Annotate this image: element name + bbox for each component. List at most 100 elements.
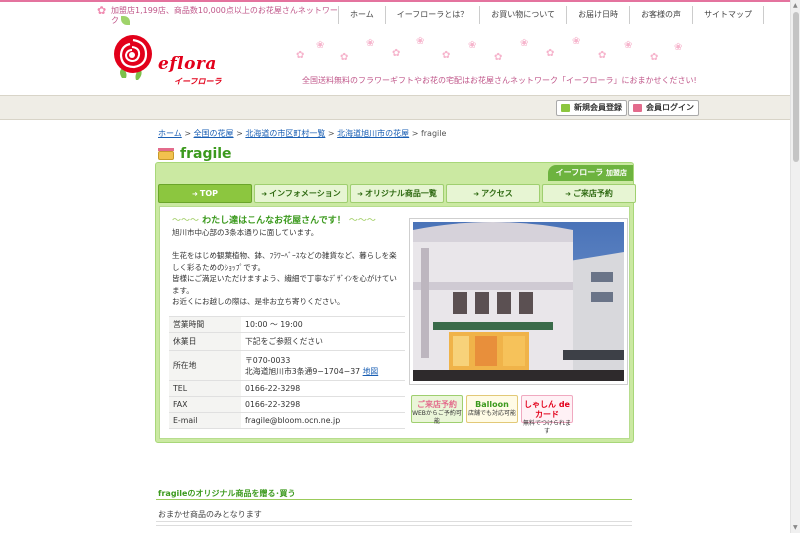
register-button[interactable]: 新規会員登録: [556, 100, 627, 116]
info-label: E-mail: [169, 412, 241, 429]
breadcrumb-asahikawa[interactable]: 北海道旭川市の花屋: [337, 129, 409, 138]
divider: [156, 499, 632, 500]
service-banners: ご来店予約 WEBからご予約可能 Balloon 店舗でも対応可能 しゃしん d…: [411, 395, 573, 435]
shop-bag-icon: [158, 148, 174, 160]
tab-visit-reservation[interactable]: ➜ ご来店予約: [542, 184, 636, 203]
member-bar: 新規会員登録 会員ログイン: [0, 95, 790, 120]
info-value: 0166-22-3298: [241, 380, 405, 397]
banner-sub: 店舗でも対応可能: [467, 410, 516, 417]
tab-original-products[interactable]: ➜ オリジナル商品一覧: [350, 184, 444, 203]
shop-content: ～～～ わたし達はこんなお花屋さんです！ ～～～ 旭川市中心部の3条本通りに面し…: [159, 206, 630, 439]
arrow-icon: ➜: [357, 190, 363, 198]
nav-sitemap[interactable]: サイトマップ: [692, 6, 765, 24]
tagline-text: 加盟店1,199店、商品数10,000点以上のお花屋さんネットワーク: [111, 6, 338, 25]
badge-sub: 加盟店: [606, 169, 627, 177]
tab-label: アクセス: [481, 189, 513, 198]
header-message: 全国送料無料のフラワーギフトやお花の宅配はお花屋さんネットワーク「イーフローラ」…: [302, 76, 697, 85]
divider: [156, 521, 632, 522]
banner-title: ご来店予約: [417, 400, 457, 409]
info-row-tel: TEL 0166-22-3298: [169, 380, 405, 397]
tab-label: オリジナル商品一覧: [364, 189, 437, 198]
original-products-heading: fragileのオリジナル商品を贈る･買う: [158, 489, 296, 498]
shop-info-table: 営業時間 10:00 ～ 19:00 休業日 下記をご参照ください 所在地 〒0…: [169, 316, 405, 429]
intro-heading-text: わたし達はこんなお花屋さんです！: [202, 216, 346, 226]
nav-shopping-guide[interactable]: お買い物について: [479, 6, 566, 24]
balloon-banner[interactable]: Balloon 店舗でも対応可能: [466, 395, 518, 423]
info-value: 下記をご参照ください: [241, 332, 405, 351]
info-value: 〒070-0033 北海道旭川市3条通9−1704−37 地図: [241, 350, 405, 381]
info-row-hours: 営業時間 10:00 ～ 19:00: [169, 316, 405, 333]
tab-label: ご来店予約: [572, 189, 613, 198]
photo-card-banner[interactable]: しゃしん de カード 無料でつけられます: [521, 395, 573, 435]
flower-decoration: ✿ ❀ ✿ ❀ ✿ ❀ ✿ ❀ ✿ ❀ ✿ ❀ ✿ ❀ ✿ ❀: [296, 36, 683, 63]
info-row-closed: 休業日 下記をご参照ください: [169, 332, 405, 351]
info-row-fax: FAX 0166-22-3298: [169, 396, 405, 413]
storefront-image: [413, 222, 624, 381]
zip-code: 〒070-0033: [245, 355, 291, 365]
tab-access[interactable]: ➜ アクセス: [446, 184, 540, 203]
breadcrumb-home[interactable]: ホーム: [158, 129, 182, 138]
shop-photo: [409, 218, 628, 385]
info-label: 休業日: [169, 332, 241, 351]
arrow-icon: ➜: [261, 190, 268, 198]
login-label: 会員ログイン: [646, 103, 694, 112]
breadcrumb: ホーム > 全国の花屋 > 北海道の市区町村一覧 > 北海道旭川市の花屋 > f…: [158, 128, 446, 139]
shop-tabs: ➜ TOP ➜ インフォメーション ➜ オリジナル商品一覧 ➜ アクセス ➜ ご来店予約: [158, 184, 636, 203]
address-text: 北海道旭川市3条通9−1704−37: [245, 366, 361, 376]
scroll-down-icon[interactable]: ▼: [793, 524, 798, 531]
register-icon: [561, 104, 570, 112]
login-icon: [633, 104, 642, 112]
tab-top[interactable]: ➜ TOP: [158, 184, 252, 203]
top-nav: ホーム イーフローラとは？ お買い物について お届け日時 お客様の声 サイトマッ…: [338, 6, 765, 24]
shop-name: fragile: [180, 146, 232, 162]
banner-sub: 無料でつけられます: [522, 420, 571, 435]
scroll-up-icon[interactable]: ▲: [793, 2, 798, 9]
eflora-member-badge: イーフローラ 加盟店: [547, 165, 633, 181]
info-label: FAX: [169, 396, 241, 413]
header-tagline: ✿ 加盟店1,199店、商品数10,000点以上のお花屋さんネットワーク: [97, 4, 342, 26]
breadcrumb-national[interactable]: 全国の花屋: [194, 129, 234, 138]
visit-reservation-banner[interactable]: ご来店予約 WEBからご予約可能: [411, 395, 463, 425]
arrow-icon: ➜: [192, 190, 198, 198]
nav-reviews[interactable]: お客様の声: [629, 6, 692, 24]
original-products-note: おまかせ商品のみとなります: [158, 510, 262, 519]
heading-decoration: ～～～: [348, 216, 376, 226]
divider: [156, 525, 632, 526]
info-label: 所在地: [169, 350, 241, 381]
map-link[interactable]: 地図: [363, 367, 379, 376]
breadcrumb-separator: >: [327, 129, 335, 138]
banner-sub: WEBからご予約可能: [412, 410, 462, 425]
info-row-email: E-mail fragile@bloom.ocn.ne.jp: [169, 412, 405, 429]
rose-logo-icon: [114, 35, 152, 80]
vertical-scrollbar[interactable]: ▲ ▼: [790, 0, 800, 533]
eflora-logo[interactable]: eflora イーフローラ: [106, 32, 236, 92]
banner-title: Balloon: [475, 400, 509, 409]
intro-text: 旭川市中心部の3条本通りに面しています。 生花をはじめ観葉植物、鉢、ﾌﾗﾜｰﾍﾞ…: [172, 228, 397, 306]
banner-title: しゃしん de カード: [524, 400, 570, 419]
logo-subtext: イーフローラ: [174, 77, 222, 86]
info-label: TEL: [169, 380, 241, 397]
breadcrumb-separator: >: [411, 129, 419, 138]
login-button[interactable]: 会員ログイン: [628, 100, 699, 116]
scroll-thumb[interactable]: [793, 12, 799, 162]
info-label: 営業時間: [169, 316, 241, 333]
info-value: 10:00 ～ 19:00: [241, 316, 405, 333]
breadcrumb-separator: >: [236, 129, 243, 138]
breadcrumb-separator: >: [184, 129, 192, 138]
flower-icon: ✿: [97, 4, 107, 17]
shop-panel: イーフローラ 加盟店 ➜ TOP ➜ インフォメーション ➜ オリジナル商品一覧 ➜ ア…: [155, 162, 636, 443]
breadcrumb-current: fragile: [420, 129, 447, 138]
tab-information[interactable]: ➜ インフォメーション: [254, 184, 348, 203]
nav-home[interactable]: ホーム: [338, 6, 385, 24]
nav-about[interactable]: イーフローラとは？: [384, 6, 480, 24]
info-row-address: 所在地 〒070-0033 北海道旭川市3条通9−1704−37 地図: [169, 350, 405, 381]
badge-brand: イーフローラ: [555, 168, 604, 177]
nav-delivery[interactable]: お届け日時: [566, 6, 629, 24]
top-bar: ✿ 加盟店1,199店、商品数10,000点以上のお花屋さんネットワーク ホーム…: [0, 2, 790, 30]
logo-text: eflora: [158, 54, 217, 74]
tab-label: TOP: [199, 189, 218, 198]
arrow-icon: ➜: [565, 190, 571, 198]
breadcrumb-hokkaido[interactable]: 北海道の市区町村一覧: [245, 129, 325, 138]
heading-decoration: ～～～: [172, 216, 200, 226]
intro-heading: ～～～ わたし達はこんなお花屋さんです！ ～～～: [172, 213, 376, 226]
